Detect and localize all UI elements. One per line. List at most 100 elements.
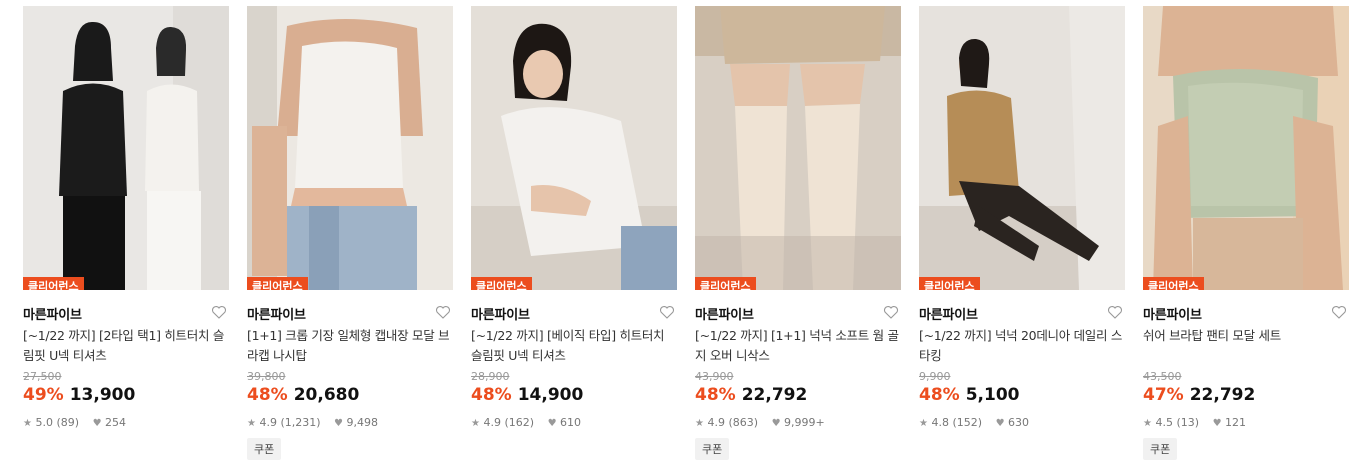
heart-icon[interactable] [883,304,899,320]
sale-price: 20,680 [293,385,360,405]
review-count: (863) [728,416,759,429]
sale-price: 14,900 [517,385,584,405]
review-count: (89) [56,416,80,429]
like-count: 9,999+ [784,416,825,429]
review-count: (162) [504,416,535,429]
product-stats: ★ 4.9 (1,231) ♥ 9,498 [247,416,453,430]
sale-price: 5,100 [965,385,1020,405]
star-icon: ★ [247,418,256,429]
original-price: 43,900 [695,370,734,383]
heart-icon[interactable] [435,304,451,320]
heart-filled-icon: ♥ [334,418,344,429]
star-icon: ★ [1143,418,1152,429]
rating: 4.9 [483,416,501,429]
product-photo [23,6,229,290]
product-photo [1143,6,1349,290]
review-count: (152) [952,416,983,429]
clearance-badge: 클리어런스 [695,277,756,290]
original-price: 39,800 [247,370,286,383]
like-count: 254 [105,416,127,429]
brand-name[interactable]: 마른파이브 [1143,308,1202,323]
rating: 4.9 [259,416,277,429]
heart-filled-icon: ♥ [547,418,557,429]
product-card[interactable]: 클리어런스 마른파이브 [~1/22 까지] [1+1] 넉넉 소프트 웜 골지… [695,6,901,460]
original-price: 27,500 [23,370,62,383]
coupon-badge: 쿠폰 [247,438,282,460]
product-title[interactable]: [~1/22 까지] [2타입 택1] 히트터치 슬림핏 U넥 티셔츠 [23,326,229,366]
product-card[interactable]: 클리어런스 마른파이브 [~1/22 까지] 넉넉 20데니아 데일리 스타킹 … [919,6,1125,430]
heart-icon[interactable] [211,304,227,320]
coupon-badge: 쿠폰 [1143,438,1178,460]
original-price: 43,500 [1143,370,1182,383]
product-photo [919,6,1125,290]
product-title[interactable]: [~1/22 까지] 넉넉 20데니아 데일리 스타킹 [919,326,1125,366]
product-image[interactable]: 클리어런스 [919,6,1125,290]
heart-filled-icon: ♥ [771,418,781,429]
product-image[interactable]: 클리어런스 [23,6,229,290]
discount-rate: 47% [1143,385,1184,405]
like-count: 121 [1225,416,1247,429]
sale-price: 13,900 [69,385,136,405]
review-count: (13) [1176,416,1200,429]
product-image[interactable]: 클리어런스 [695,6,901,290]
heart-icon[interactable] [1107,304,1123,320]
product-title[interactable]: 쉬어 브라탑 팬티 모달 세트 [1143,326,1349,366]
brand-name[interactable]: 마른파이브 [247,308,306,323]
discount-rate: 49% [23,385,64,405]
product-card[interactable]: 클리어런스 마른파이브 [~1/22 까지] [2타입 택1] 히트터치 슬림핏… [23,6,229,430]
coupon-badge: 쿠폰 [695,438,730,460]
sale-price: 22,792 [1189,385,1256,405]
rating: 4.8 [931,416,949,429]
brand-name[interactable]: 마른파이브 [695,308,754,323]
product-title[interactable]: [1+1] 크롭 기장 일체형 캡내장 모달 브라캡 나시탑 [247,326,453,366]
heart-icon[interactable] [1331,304,1347,320]
product-image[interactable]: 클리어런스 [471,6,677,290]
star-icon: ★ [23,418,32,429]
rating: 5.0 [35,416,53,429]
sale-price: 22,792 [741,385,808,405]
product-image[interactable]: 클리어런스 [247,6,453,290]
star-icon: ★ [695,418,704,429]
brand-name[interactable]: 마른파이브 [23,308,82,323]
product-grid: 클리어런스 마른파이브 [~1/22 까지] [2타입 택1] 히트터치 슬림핏… [0,0,1361,460]
product-photo [695,6,901,290]
heart-icon[interactable] [659,304,675,320]
clearance-badge: 클리어런스 [471,277,532,290]
discount-rate: 48% [695,385,736,405]
discount-rate: 48% [247,385,288,405]
product-stats: ★ 4.8 (152) ♥ 630 [919,416,1125,430]
product-stats: ★ 4.9 (162) ♥ 610 [471,416,677,430]
rating: 4.9 [707,416,725,429]
product-stats: ★ 4.9 (863) ♥ 9,999+ [695,416,901,430]
heart-filled-icon: ♥ [995,418,1005,429]
product-photo [247,6,453,290]
star-icon: ★ [471,418,480,429]
brand-name[interactable]: 마른파이브 [471,308,530,323]
product-card[interactable]: 클리어런스 마른파이브 쉬어 브라탑 팬티 모달 세트 43,500 47% 22… [1143,6,1349,460]
product-stats: ★ 5.0 (89) ♥ 254 [23,416,229,430]
like-count: 610 [560,416,582,429]
original-price: 9,900 [919,370,951,383]
clearance-badge: 클리어런스 [23,277,84,290]
product-photo [471,6,677,290]
star-icon: ★ [919,418,928,429]
review-count: (1,231) [280,416,321,429]
product-image[interactable]: 클리어런스 [1143,6,1349,290]
clearance-badge: 클리어런스 [1143,277,1204,290]
discount-rate: 48% [919,385,960,405]
like-count: 630 [1008,416,1030,429]
rating: 4.5 [1155,416,1173,429]
heart-filled-icon: ♥ [1212,418,1222,429]
product-card[interactable]: 클리어런스 마른파이브 [1+1] 크롭 기장 일체형 캡내장 모달 브라캡 나… [247,6,453,460]
product-stats: ★ 4.5 (13) ♥ 121 [1143,416,1349,430]
product-card[interactable]: 클리어런스 마른파이브 [~1/22 까지] [베이직 타입] 히트터치 슬림핏… [471,6,677,430]
original-price: 28,900 [471,370,510,383]
product-title[interactable]: [~1/22 까지] [베이직 타입] 히트터치 슬림핏 U넥 티셔츠 [471,326,677,366]
brand-name[interactable]: 마른파이브 [919,308,978,323]
discount-rate: 48% [471,385,512,405]
clearance-badge: 클리어런스 [919,277,980,290]
product-title[interactable]: [~1/22 까지] [1+1] 넉넉 소프트 웜 골지 오버 니삭스 [695,326,901,366]
heart-filled-icon: ♥ [92,418,102,429]
clearance-badge: 클리어런스 [247,277,308,290]
like-count: 9,498 [346,416,379,429]
